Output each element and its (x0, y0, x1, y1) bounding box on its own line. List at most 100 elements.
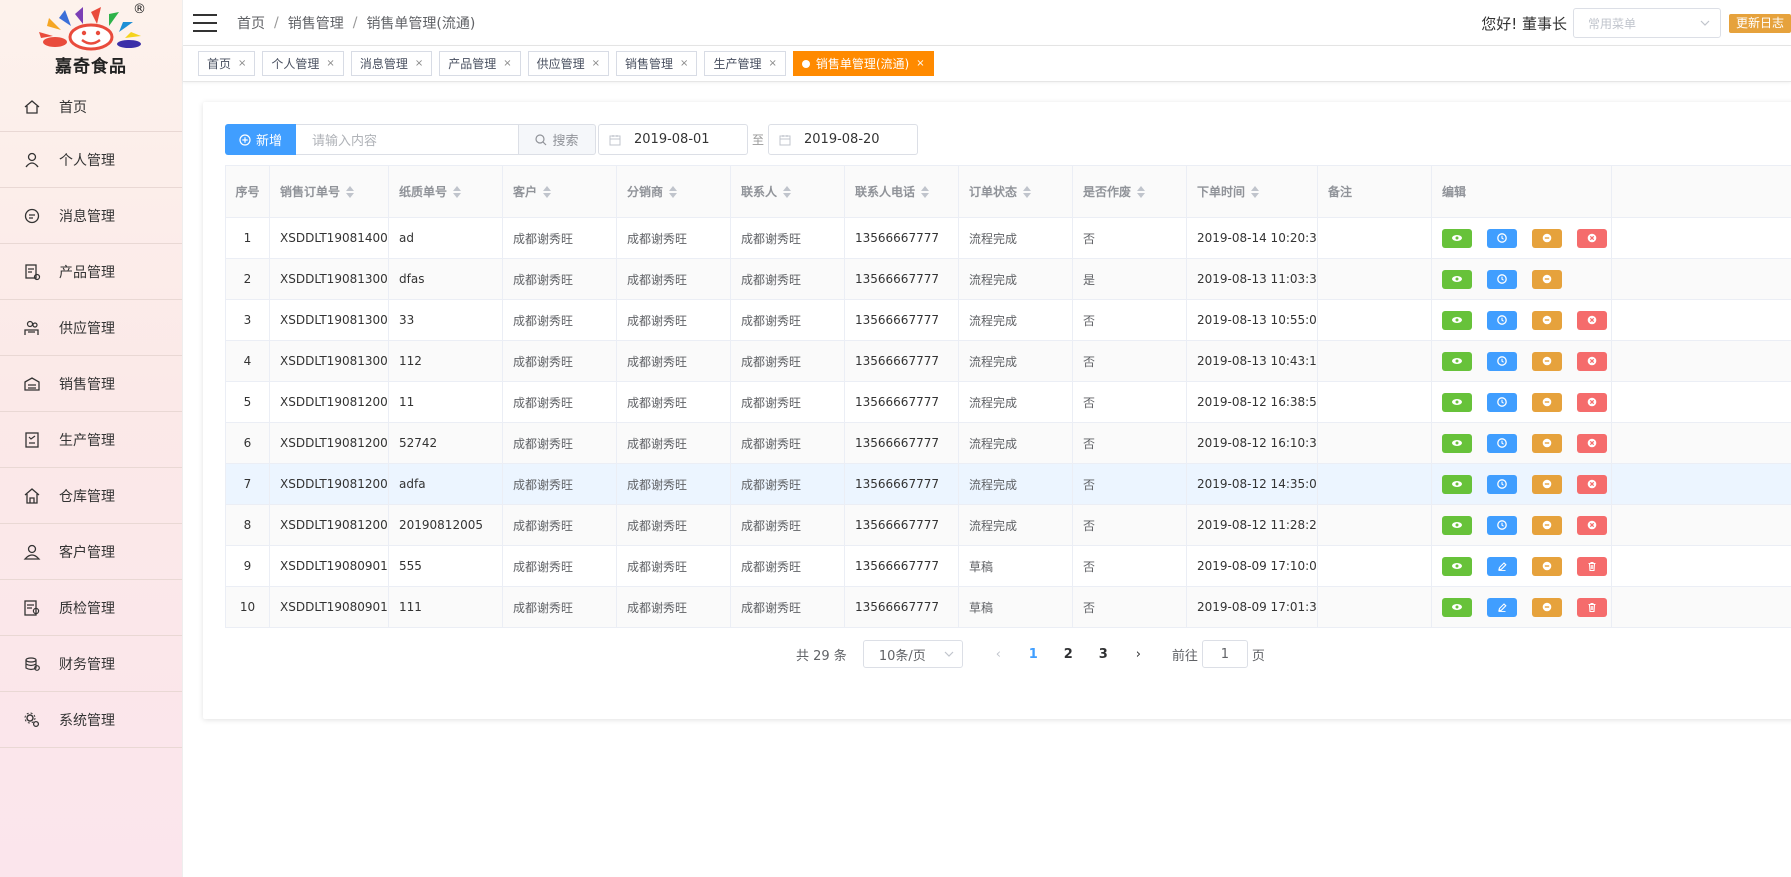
sidebar-item-settings[interactable]: 系统管理 (0, 692, 182, 748)
close-icon[interactable]: × (592, 58, 600, 69)
tab-tag[interactable]: 个人管理 × (262, 51, 344, 76)
view-button[interactable] (1442, 269, 1472, 289)
column-header[interactable]: 下单时间 (1187, 166, 1318, 217)
view-button[interactable] (1442, 392, 1472, 412)
hamburger-menu-icon[interactable] (193, 13, 217, 32)
history-button[interactable] (1487, 515, 1517, 535)
sidebar-item-production[interactable]: 生产管理 (0, 412, 182, 468)
history-button[interactable] (1487, 269, 1517, 289)
history-button[interactable] (1487, 228, 1517, 248)
minus-button[interactable] (1532, 228, 1562, 248)
prev-page-icon[interactable]: ‹ (981, 647, 1016, 662)
sort-caret-icon[interactable] (1251, 185, 1260, 198)
history-button[interactable] (1487, 433, 1517, 453)
view-button[interactable] (1442, 474, 1472, 494)
breadcrumb-home[interactable]: 首页 (237, 13, 265, 33)
sort-caret-icon[interactable] (921, 185, 930, 198)
tab-tag[interactable]: 供应管理 × (527, 51, 610, 76)
sidebar-item-product[interactable]: 产品管理 (0, 244, 182, 300)
goto-page-input[interactable]: 1 (1201, 640, 1248, 668)
column-header[interactable]: 分销商 (617, 166, 731, 217)
close-button[interactable] (1577, 474, 1607, 494)
sidebar-item-finance[interactable]: 财务管理 (0, 636, 182, 692)
sort-caret-icon[interactable] (669, 185, 678, 198)
close-button[interactable] (1577, 351, 1607, 371)
tab-tag[interactable]: 产品管理 × (439, 51, 521, 76)
close-button[interactable] (1577, 392, 1607, 412)
search-button[interactable]: 搜索 (519, 124, 596, 155)
close-icon[interactable]: × (768, 58, 776, 69)
column-header[interactable]: 是否作废 (1073, 166, 1187, 217)
close-button[interactable] (1577, 515, 1607, 535)
table-row[interactable]: 2 XSDDLT190813004 dfas 成都谢秀旺 成都谢秀旺 成都谢秀旺 13566… (226, 259, 1791, 300)
minus-button[interactable] (1532, 515, 1562, 535)
table-row[interactable]: 7 XSDDLT190812002 adfa 成都谢秀旺 成都谢秀旺 成都谢秀旺 13566… (226, 464, 1791, 505)
minus-button[interactable] (1532, 269, 1562, 289)
close-button[interactable] (1577, 310, 1607, 330)
minus-button[interactable] (1532, 556, 1562, 576)
next-page-icon[interactable]: › (1121, 647, 1156, 662)
close-icon[interactable]: × (680, 58, 688, 69)
table-row[interactable]: 9 XSDDLT190809012 555 成都谢秀旺 成都谢秀旺 成都谢秀旺 135666… (226, 546, 1791, 587)
breadcrumb-sales[interactable]: 销售管理 (288, 13, 344, 33)
table-row[interactable]: 10 XSDDLT190809011 111 成都谢秀旺 成都谢秀旺 成都谢秀旺 13566… (226, 587, 1791, 628)
page-2-button[interactable]: 2 (1051, 647, 1086, 662)
date-from-picker[interactable]: 2019-08-01 (598, 124, 748, 155)
table-row[interactable]: 4 XSDDLT190813002 112 成都谢秀旺 成都谢秀旺 成都谢秀旺 135666… (226, 341, 1791, 382)
tab-tag[interactable]: 销售管理 × (616, 51, 698, 76)
view-button[interactable] (1442, 515, 1472, 535)
sidebar-item-home[interactable]: 首页 (0, 82, 182, 132)
table-row[interactable]: 1 XSDDLT190814001 ad 成都谢秀旺 成都谢秀旺 成都谢秀旺 1356666… (226, 218, 1791, 259)
page-size-select[interactable]: 10条/页 (862, 640, 963, 668)
sort-caret-icon[interactable] (346, 185, 355, 198)
column-header[interactable]: 纸质单号 (389, 166, 503, 217)
minus-button[interactable] (1532, 433, 1562, 453)
column-header[interactable]: 订单状态 (959, 166, 1073, 217)
view-button[interactable] (1442, 310, 1472, 330)
minus-button[interactable] (1532, 310, 1562, 330)
page-3-button[interactable]: 3 (1086, 647, 1121, 662)
page-1-button[interactable]: 1 (1016, 647, 1051, 662)
delete-button[interactable] (1577, 597, 1607, 617)
view-button[interactable] (1442, 228, 1472, 248)
sort-caret-icon[interactable] (783, 185, 792, 198)
search-input[interactable]: 请输入内容 (296, 124, 519, 155)
table-row[interactable]: 6 XSDDLT190812004 52742 成都谢秀旺 成都谢秀旺 成都谢秀旺 1356… (226, 423, 1791, 464)
tab-tag[interactable]: 生产管理 × (704, 51, 786, 76)
column-header[interactable]: 客户 (503, 166, 617, 217)
column-header[interactable]: 联系人 (731, 166, 845, 217)
table-row[interactable]: 3 XSDDLT190813003 33 成都谢秀旺 成都谢秀旺 成都谢秀旺 1356666… (226, 300, 1791, 341)
close-icon[interactable]: × (238, 58, 246, 69)
tab-tag[interactable]: 消息管理 × (350, 51, 433, 76)
close-icon[interactable]: × (326, 58, 334, 69)
view-button[interactable] (1442, 351, 1472, 371)
close-button[interactable] (1577, 228, 1607, 248)
table-row[interactable]: 8 XSDDLT190812001 20190812005 成都谢秀旺 成都谢秀旺 成都谢… (226, 505, 1791, 546)
add-button[interactable]: 新增 (225, 124, 296, 155)
history-button[interactable] (1487, 474, 1517, 494)
delete-button[interactable] (1577, 556, 1607, 576)
sort-caret-icon[interactable] (1137, 185, 1146, 198)
tab-tag[interactable]: 销售单管理(流通) × (792, 51, 934, 76)
view-button[interactable] (1442, 597, 1472, 617)
minus-button[interactable] (1532, 392, 1562, 412)
history-button[interactable] (1487, 351, 1517, 371)
sort-caret-icon[interactable] (453, 185, 462, 198)
close-icon[interactable]: × (503, 58, 511, 69)
close-button[interactable] (1577, 433, 1607, 453)
column-header[interactable]: 联系人电话 (845, 166, 959, 217)
common-menu-select[interactable]: 常用菜单 (1572, 8, 1721, 38)
history-button[interactable] (1487, 392, 1517, 412)
close-icon[interactable]: × (415, 58, 423, 69)
minus-button[interactable] (1532, 474, 1562, 494)
history-button[interactable] (1487, 310, 1517, 330)
column-header[interactable]: 销售订单号 (270, 166, 389, 217)
edit-button[interactable] (1487, 556, 1517, 576)
sidebar-item-warehouse[interactable]: 仓库管理 (0, 468, 182, 524)
sidebar-item-message[interactable]: 消息管理 (0, 188, 182, 244)
tab-tag[interactable]: 首页 × (198, 51, 256, 76)
sort-caret-icon[interactable] (543, 185, 552, 198)
sidebar-item-sales[interactable]: 销售管理 (0, 356, 182, 412)
close-icon[interactable]: × (916, 58, 924, 69)
sidebar-item-customer[interactable]: 客户管理 (0, 524, 182, 580)
